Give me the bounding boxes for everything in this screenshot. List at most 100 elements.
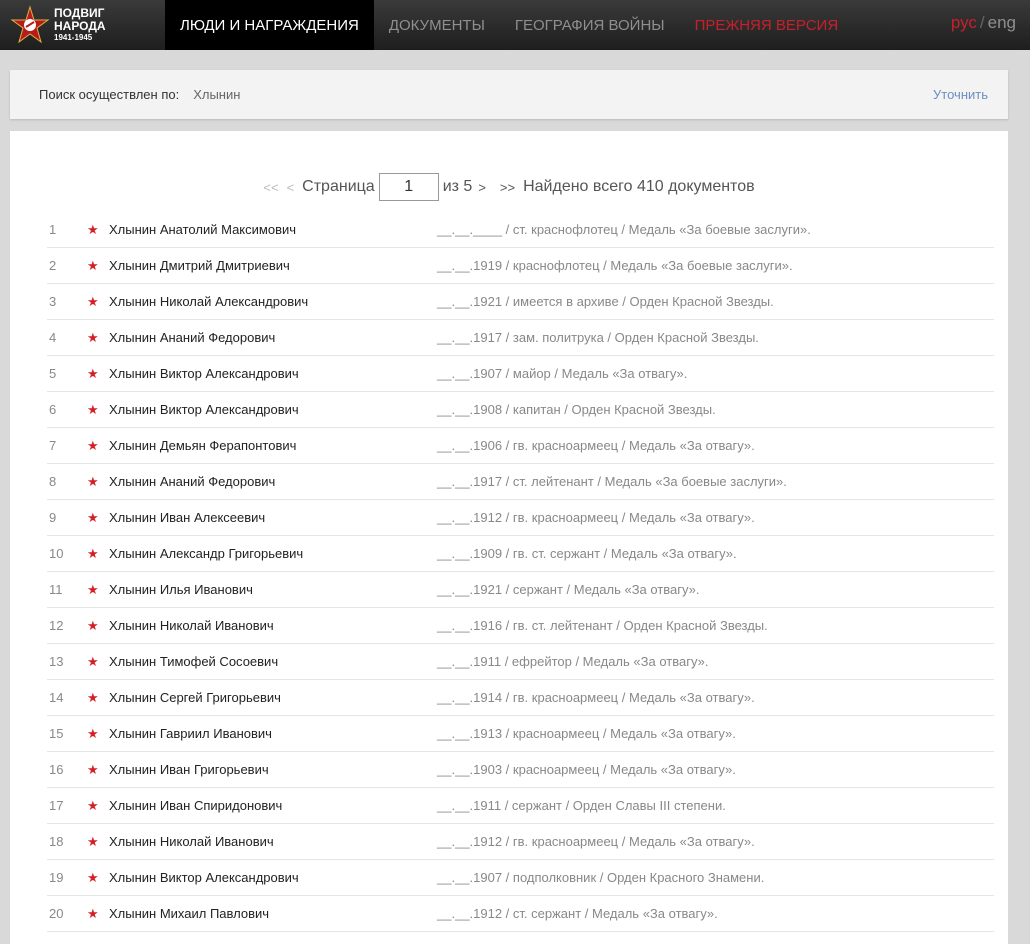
person-details: __.__.1908 / капитан / Орден Красной Зве… bbox=[437, 402, 716, 417]
nav-documents[interactable]: ДОКУМЕНТЫ bbox=[374, 0, 500, 50]
page-number-input[interactable] bbox=[378, 173, 439, 201]
person-name-link[interactable]: Хлынин Виктор Александрович bbox=[109, 402, 437, 417]
search-label: Поиск осуществлен по: bbox=[39, 87, 180, 102]
list-item[interactable]: 10 ★ Хлынин Александр Григорьевич __.__.190… bbox=[47, 536, 994, 572]
person-name-link[interactable]: Хлынин Николай Иванович bbox=[109, 618, 437, 633]
list-item[interactable]: 11 ★ Хлынин Илья Иванович __.__.1921 / серж… bbox=[47, 572, 994, 608]
row-number: 6 bbox=[49, 402, 57, 417]
logo-years: 1941-1945 bbox=[54, 33, 93, 42]
person-name-link[interactable]: Хлынин Демьян Ферапонтович bbox=[109, 438, 437, 453]
award-star-icon: ★ bbox=[87, 329, 99, 345]
list-item[interactable]: 17 ★ Хлынин Иван Спиридонович __.__.1911 / … bbox=[47, 788, 994, 824]
nav-people-awards[interactable]: ЛЮДИ И НАГРАЖДЕНИЯ bbox=[165, 0, 374, 50]
person-details: __.__.1907 / майор / Медаль «За отвагу». bbox=[437, 366, 688, 381]
person-details: __.__.1906 / гв. красноармеец / Медаль «… bbox=[437, 438, 755, 453]
award-star-icon: ★ bbox=[87, 653, 99, 669]
award-star-icon: ★ bbox=[87, 617, 99, 633]
row-number: 8 bbox=[49, 474, 57, 489]
person-name-link[interactable]: Хлынин Сергей Григорьевич bbox=[109, 690, 437, 705]
person-details: __.__.1913 / красноармеец / Медаль «За о… bbox=[437, 726, 736, 741]
row-number: 14 bbox=[49, 690, 64, 705]
list-item[interactable]: 4 ★ Хлынин Ананий Федорович __.__.1917 / за… bbox=[47, 320, 994, 356]
award-star-icon: ★ bbox=[87, 545, 99, 561]
person-name-link[interactable]: Хлынин Гавриил Иванович bbox=[109, 726, 437, 741]
person-name-link[interactable]: Хлынин Николай Александрович bbox=[109, 294, 437, 309]
award-star-icon: ★ bbox=[87, 581, 99, 597]
person-details: __.__.1914 / гв. красноармеец / Медаль «… bbox=[437, 690, 755, 705]
list-item[interactable]: 3 ★ Хлынин Николай Александрович __.__.1921… bbox=[47, 284, 994, 320]
lang-en[interactable]: eng bbox=[988, 13, 1016, 32]
award-star-icon: ★ bbox=[87, 257, 99, 273]
list-item[interactable]: 8 ★ Хлынин Ананий Федорович __.__.1917 / ст… bbox=[47, 464, 994, 500]
award-star-icon: ★ bbox=[87, 401, 99, 417]
refine-search-link[interactable]: Уточнить bbox=[933, 87, 988, 102]
nav-old-version[interactable]: ПРЕЖНЯЯ ВЕРСИЯ bbox=[680, 0, 854, 50]
list-item[interactable]: 2 ★ Хлынин Дмитрий Дмитриевич __.__.1919 / … bbox=[47, 248, 994, 284]
person-name-link[interactable]: Хлынин Александр Григорьевич bbox=[109, 546, 437, 561]
person-details: __.__.1907 / подполковник / Орден Красно… bbox=[437, 870, 765, 885]
person-name-link[interactable]: Хлынин Иван Спиридонович bbox=[109, 798, 437, 813]
row-number: 15 bbox=[49, 726, 64, 741]
list-item[interactable]: 12 ★ Хлынин Николай Иванович __.__.1916 / г… bbox=[47, 608, 994, 644]
lang-ru[interactable]: рус bbox=[951, 13, 977, 32]
person-name-link[interactable]: Хлынин Илья Иванович bbox=[109, 582, 437, 597]
top-navigation: ПОДВИГ НАРОДА 1941-1945 ЛЮДИ И НАГРАЖДЕН… bbox=[0, 0, 1030, 50]
person-details: __.__.1912 / гв. красноармеец / Медаль «… bbox=[437, 510, 755, 525]
person-name-link[interactable]: Хлынин Тимофей Сосоевич bbox=[109, 654, 437, 669]
row-number: 10 bbox=[49, 546, 64, 561]
list-item[interactable]: 6 ★ Хлынин Виктор Александрович __.__.1908 … bbox=[47, 392, 994, 428]
list-item[interactable]: 19 ★ Хлынин Виктор Александрович __.__.1907… bbox=[47, 860, 994, 896]
row-number: 12 bbox=[49, 618, 64, 633]
person-name-link[interactable]: Хлынин Иван Алексеевич bbox=[109, 510, 437, 525]
list-item[interactable]: 5 ★ Хлынин Виктор Александрович __.__.1907 … bbox=[47, 356, 994, 392]
person-name-link[interactable]: Хлынин Дмитрий Дмитриевич bbox=[109, 258, 437, 273]
pagination: << < Страница из 5 > >> Найдено всего 41… bbox=[10, 173, 1008, 201]
list-item[interactable]: 20 ★ Хлынин Михаил Павлович __.__.1912 / ст… bbox=[47, 896, 994, 932]
list-item[interactable]: 15 ★ Хлынин Гавриил Иванович __.__.1913 / к… bbox=[47, 716, 994, 752]
row-number: 3 bbox=[49, 294, 57, 309]
row-number: 17 bbox=[49, 798, 64, 813]
list-item[interactable]: 16 ★ Хлынин Иван Григорьевич __.__.1903 / к… bbox=[47, 752, 994, 788]
list-item[interactable]: 18 ★ Хлынин Николай Иванович __.__.1912 / г… bbox=[47, 824, 994, 860]
row-number: 1 bbox=[49, 222, 57, 237]
search-summary: Поиск осуществлен по: Хлынин Уточнить bbox=[10, 70, 1008, 119]
award-star-icon: ★ bbox=[87, 725, 99, 741]
award-star-icon: ★ bbox=[87, 221, 99, 237]
award-star-icon: ★ bbox=[87, 689, 99, 705]
person-name-link[interactable]: Хлынин Николай Иванович bbox=[109, 834, 437, 849]
person-name-link[interactable]: Хлынин Михаил Павлович bbox=[109, 906, 437, 921]
row-number: 4 bbox=[49, 330, 57, 345]
list-item[interactable]: 7 ★ Хлынин Демьян Ферапонтович __.__.1906 /… bbox=[47, 428, 994, 464]
award-star-icon: ★ bbox=[87, 509, 99, 525]
last-page-button[interactable]: >> bbox=[500, 180, 515, 195]
person-name-link[interactable]: Хлынин Виктор Александрович bbox=[109, 366, 437, 381]
person-details: __.__.1919 / краснофлотец / Медаль «За б… bbox=[437, 258, 793, 273]
site-logo[interactable]: ПОДВИГ НАРОДА 1941-1945 bbox=[0, 0, 165, 50]
award-star-icon: ★ bbox=[87, 293, 99, 309]
award-star-icon: ★ bbox=[87, 797, 99, 813]
nav-war-geography[interactable]: ГЕОГРАФИЯ ВОЙНЫ bbox=[500, 0, 680, 50]
row-number: 9 bbox=[49, 510, 57, 525]
list-item[interactable]: 13 ★ Хлынин Тимофей Сосоевич __.__.1911 / е… bbox=[47, 644, 994, 680]
person-details: __.__.1911 / ефрейтор / Медаль «За отваг… bbox=[437, 654, 709, 669]
award-star-icon: ★ bbox=[87, 905, 99, 921]
row-number: 20 bbox=[49, 906, 64, 921]
list-item[interactable]: 9 ★ Хлынин Иван Алексеевич __.__.1912 / гв.… bbox=[47, 500, 994, 536]
person-name-link[interactable]: Хлынин Анатолий Максимович bbox=[109, 222, 437, 237]
person-details: __.__.1909 / гв. ст. сержант / Медаль «З… bbox=[437, 546, 737, 561]
person-details: __.__.1916 / гв. ст. лейтенант / Орден К… bbox=[437, 618, 768, 633]
list-item[interactable]: 14 ★ Хлынин Сергей Григорьевич __.__.1914 /… bbox=[47, 680, 994, 716]
row-number: 18 bbox=[49, 834, 64, 849]
next-page-button[interactable]: > bbox=[478, 180, 486, 195]
row-number: 13 bbox=[49, 654, 64, 669]
person-name-link[interactable]: Хлынин Ананий Федорович bbox=[109, 474, 437, 489]
person-name-link[interactable]: Хлынин Иван Григорьевич bbox=[109, 762, 437, 777]
results-count: Найдено всего 410 документов bbox=[523, 178, 755, 195]
award-star-icon: ★ bbox=[87, 833, 99, 849]
person-name-link[interactable]: Хлынин Виктор Александрович bbox=[109, 870, 437, 885]
list-item[interactable]: 1 ★ Хлынин Анатолий Максимович __.__.____ /… bbox=[47, 212, 994, 248]
person-details: __.__.1917 / зам. политрука / Орден Крас… bbox=[437, 330, 759, 345]
person-name-link[interactable]: Хлынин Ананий Федорович bbox=[109, 330, 437, 345]
first-page-button[interactable]: << bbox=[263, 180, 278, 195]
prev-page-button[interactable]: < bbox=[287, 180, 295, 195]
